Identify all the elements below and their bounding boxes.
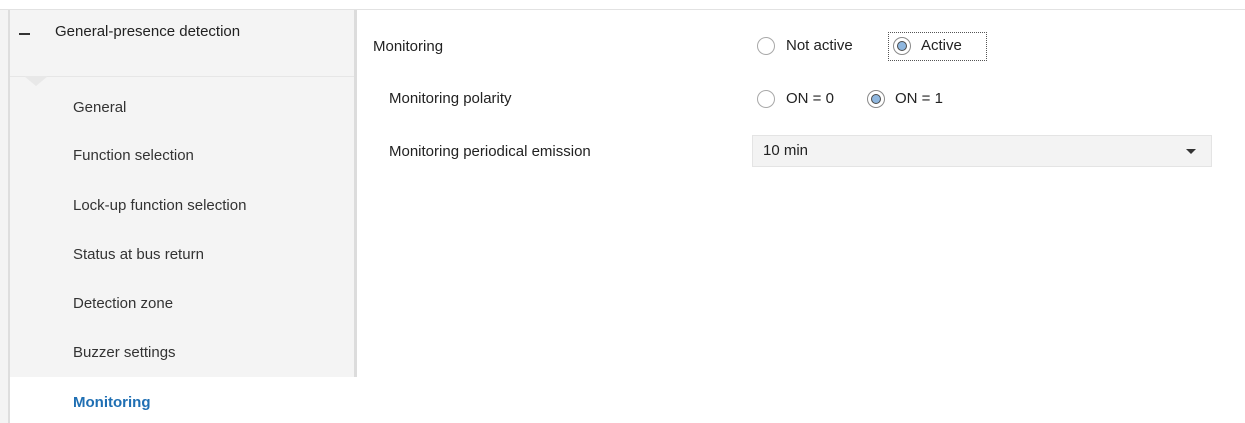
monitoring-polarity-label: Monitoring polarity [389,90,512,107]
sidebar-item-monitoring[interactable]: Monitoring [10,384,354,423]
radio-on-0-label[interactable]: ON = 0 [786,90,834,107]
sidebar-item-label: Lock-up function selection [73,197,247,214]
radio-not-active[interactable] [757,37,775,55]
sidebar-item-label: Status at bus return [73,246,204,263]
sidebar-item-function-selection[interactable]: Function selection [10,137,354,177]
radio-not-active-label[interactable]: Not active [786,37,853,54]
radio-on-0[interactable] [757,90,775,108]
minus-icon[interactable] [19,33,30,35]
group-header-general-presence-detection[interactable] [10,10,354,77]
sidebar-item-general[interactable]: General [10,89,354,129]
monitoring-periodical-emission-label: Monitoring periodical emission [389,143,591,160]
radio-on-1-label[interactable]: ON = 1 [895,90,943,107]
monitoring-label: Monitoring [373,38,444,55]
group-label[interactable]: General-presence detection [55,23,240,40]
periodical-emission-select[interactable]: 10 min [752,135,1212,167]
sidebar-item-label: General [73,99,127,116]
sidebar-item-buzzer-settings[interactable]: Buzzer settings [10,334,354,374]
radio-active[interactable] [893,37,911,55]
sidebar-item-status-at-bus-return[interactable]: Status at bus return [10,236,354,276]
sidebar-item-lock-up-function-selection[interactable]: Lock-up function selection [10,187,354,227]
sidebar-item-label: Monitoring [73,394,151,411]
sidebar-item-label: Detection zone [73,295,174,312]
group-notch [24,76,48,86]
triangle-down-icon[interactable] [1186,149,1196,154]
radio-on-1[interactable] [867,90,885,108]
sidebar-item-label: Function selection [73,147,194,164]
select-value: 10 min [763,142,809,159]
sidebar-item-detection-zone[interactable]: Detection zone [10,285,354,325]
sidebar-right-border [354,10,357,377]
radio-active-label[interactable]: Active [921,37,962,54]
sidebar-item-label: Buzzer settings [73,344,176,361]
parameter-window: General-presence detection General Funct… [0,0,1245,423]
